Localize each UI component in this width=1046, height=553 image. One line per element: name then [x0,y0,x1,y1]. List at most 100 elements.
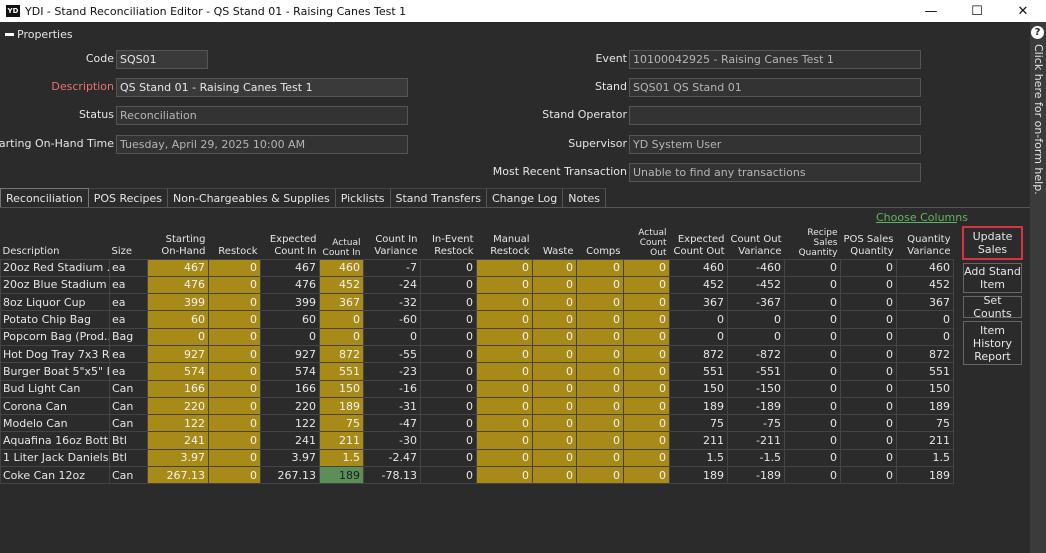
cell-actual-count-in[interactable]: 0 [319,327,364,346]
close-button[interactable]: ✕ [1000,0,1046,22]
cell-starting-on-hand[interactable]: 927 [147,344,209,364]
col-starting-on-hand[interactable]: Starting On-Hand [148,227,209,259]
cell-actual-count-out[interactable]: 0 [623,344,670,364]
col-actual-count-in[interactable]: Actual Count In [320,227,364,259]
cell-starting-on-hand[interactable]: 267.13 [147,466,209,485]
cell-comps[interactable]: 0 [576,396,624,416]
table-row[interactable]: Aquafina 16oz Bottle Btl 241 0 241 211 -30 0 0 0 0… [0,431,954,450]
cell-starting-on-hand[interactable]: 476 [147,275,209,295]
tab-notes[interactable]: Notes [563,188,606,208]
cell-comps[interactable]: 0 [576,466,624,485]
cell-comps[interactable]: 0 [576,327,624,346]
cell-comps[interactable]: 0 [576,275,624,295]
tab-pos-recipes[interactable]: POS Recipes [88,188,168,208]
cell-actual-count-in[interactable]: 367 [319,293,364,312]
cell-waste[interactable]: 0 [532,396,577,416]
cell-actual-count-in[interactable]: 551 [319,362,364,381]
cell-manual-restock[interactable]: 0 [476,310,533,329]
cell-restock[interactable]: 0 [208,466,261,485]
col-pos-sales-quantity[interactable]: POS Sales Quantity [841,227,897,259]
table-row[interactable]: Bud Light Can Can 166 0 166 150 -16 0 0 0 0 0 150 -15… [0,379,954,398]
cell-manual-restock[interactable]: 0 [476,344,533,364]
cell-manual-restock[interactable]: 0 [476,379,533,398]
tab-change-log[interactable]: Change Log [486,188,564,208]
table-row[interactable]: 8oz Liquor Cup ea 399 0 399 367 -32 0 0 0 0 0 367 -36… [0,293,954,312]
cell-waste[interactable]: 0 [532,275,577,295]
tab-non-chargeables[interactable]: Non-Chargeables & Supplies [167,188,336,208]
tab-reconciliation[interactable]: Reconciliation [0,188,89,208]
col-manual-restock[interactable]: Manual Restock [477,227,533,259]
col-expected-count-in[interactable]: Expected Count In [261,227,320,259]
table-row[interactable]: Modelo Can Can 122 0 122 75 -47 0 0 0 0 0 75 -75 0 0 75 [0,414,954,433]
choose-columns-link[interactable]: Choose Columns [876,211,968,224]
table-row[interactable]: Potato Chip Bag ea 60 0 60 0 -60 0 0 0 0 0 0 0 0 0 0 [0,310,954,329]
cell-actual-count-in[interactable]: 0 [319,310,364,329]
cell-comps[interactable]: 0 [576,379,624,398]
cell-starting-on-hand[interactable]: 399 [147,293,209,312]
cell-actual-count-in[interactable]: 75 [319,414,364,433]
set-counts-button[interactable]: Set Counts [963,294,1022,320]
col-in-event-restock[interactable]: In-Event Restock [421,227,477,259]
cell-actual-count-out[interactable]: 0 [623,448,670,468]
cell-restock[interactable]: 0 [208,431,261,450]
cell-waste[interactable]: 0 [532,310,577,329]
cell-restock[interactable]: 0 [208,310,261,329]
cell-manual-restock[interactable]: 0 [476,431,533,450]
cell-actual-count-out[interactable]: 0 [623,293,670,312]
add-stand-item-button[interactable]: Add Stand Item [963,263,1022,293]
col-count-out-variance[interactable]: Count Out Variance [728,227,785,259]
cell-actual-count-out[interactable]: 0 [623,379,670,398]
cell-actual-count-in[interactable]: 1.5 [319,448,364,468]
col-description[interactable]: Description [1,227,110,259]
minimize-button[interactable]: — [908,0,954,22]
cell-waste[interactable]: 0 [532,448,577,468]
col-actual-count-out[interactable]: Actual Count Out [624,227,670,259]
col-restock[interactable]: Restock [209,227,261,259]
cell-restock[interactable]: 0 [208,396,261,416]
table-row[interactable]: Coke Can 12oz Can 267.13 0 267.13 189 -78.13 0 0… [0,466,954,485]
cell-restock[interactable]: 0 [208,344,261,364]
table-row[interactable]: 20oz Red Stadium ... ea 467 0 467 460 -7 0 0 0 0 0 4… [0,258,954,277]
code-field[interactable]: SQS01 [116,50,208,69]
cell-actual-count-out[interactable]: 0 [623,327,670,346]
item-history-report-button[interactable]: Item History Report [963,321,1022,365]
cell-actual-count-in[interactable]: 211 [319,431,364,450]
cell-manual-restock[interactable]: 0 [476,396,533,416]
cell-comps[interactable]: 0 [576,431,624,450]
cell-actual-count-out[interactable]: 0 [623,414,670,433]
cell-waste[interactable]: 0 [532,466,577,485]
cell-starting-on-hand[interactable]: 467 [147,258,209,277]
cell-actual-count-out[interactable]: 0 [623,362,670,381]
cell-comps[interactable]: 0 [576,414,624,433]
cell-restock[interactable]: 0 [208,275,261,295]
cell-comps[interactable]: 0 [576,448,624,468]
cell-waste[interactable]: 0 [532,362,577,381]
cell-manual-restock[interactable]: 0 [476,362,533,381]
cell-waste[interactable]: 0 [532,344,577,364]
help-strip[interactable]: ? Click here for on-form help. [1030,22,1046,553]
cell-restock[interactable]: 0 [208,448,261,468]
properties-header[interactable]: Properties [5,28,73,41]
cell-manual-restock[interactable]: 0 [476,258,533,277]
tab-picklists[interactable]: Picklists [335,188,391,208]
cell-restock[interactable]: 0 [208,258,261,277]
cell-restock[interactable]: 0 [208,327,261,346]
cell-comps[interactable]: 0 [576,258,624,277]
table-row[interactable]: 20oz Blue Stadium ... ea 476 0 476 452 -24 0 0 0 0… [0,275,954,295]
cell-comps[interactable]: 0 [576,293,624,312]
cell-waste[interactable]: 0 [532,431,577,450]
cell-restock[interactable]: 0 [208,379,261,398]
table-row[interactable]: Corona Can Can 220 0 220 189 -31 0 0 0 0 0 189 -189 0 0… [0,396,954,416]
cell-comps[interactable]: 0 [576,344,624,364]
cell-actual-count-out[interactable]: 0 [623,275,670,295]
cell-restock[interactable]: 0 [208,414,261,433]
cell-starting-on-hand[interactable]: 574 [147,362,209,381]
cell-actual-count-out[interactable]: 0 [623,466,670,485]
cell-waste[interactable]: 0 [532,414,577,433]
cell-actual-count-out[interactable]: 0 [623,396,670,416]
cell-starting-on-hand[interactable]: 220 [147,396,209,416]
cell-restock[interactable]: 0 [208,293,261,312]
table-row[interactable]: Burger Boat 5"x5" B...ea5740574551-23000… [0,362,954,381]
cell-actual-count-in[interactable]: 150 [319,379,364,398]
cell-comps[interactable]: 0 [576,362,624,381]
